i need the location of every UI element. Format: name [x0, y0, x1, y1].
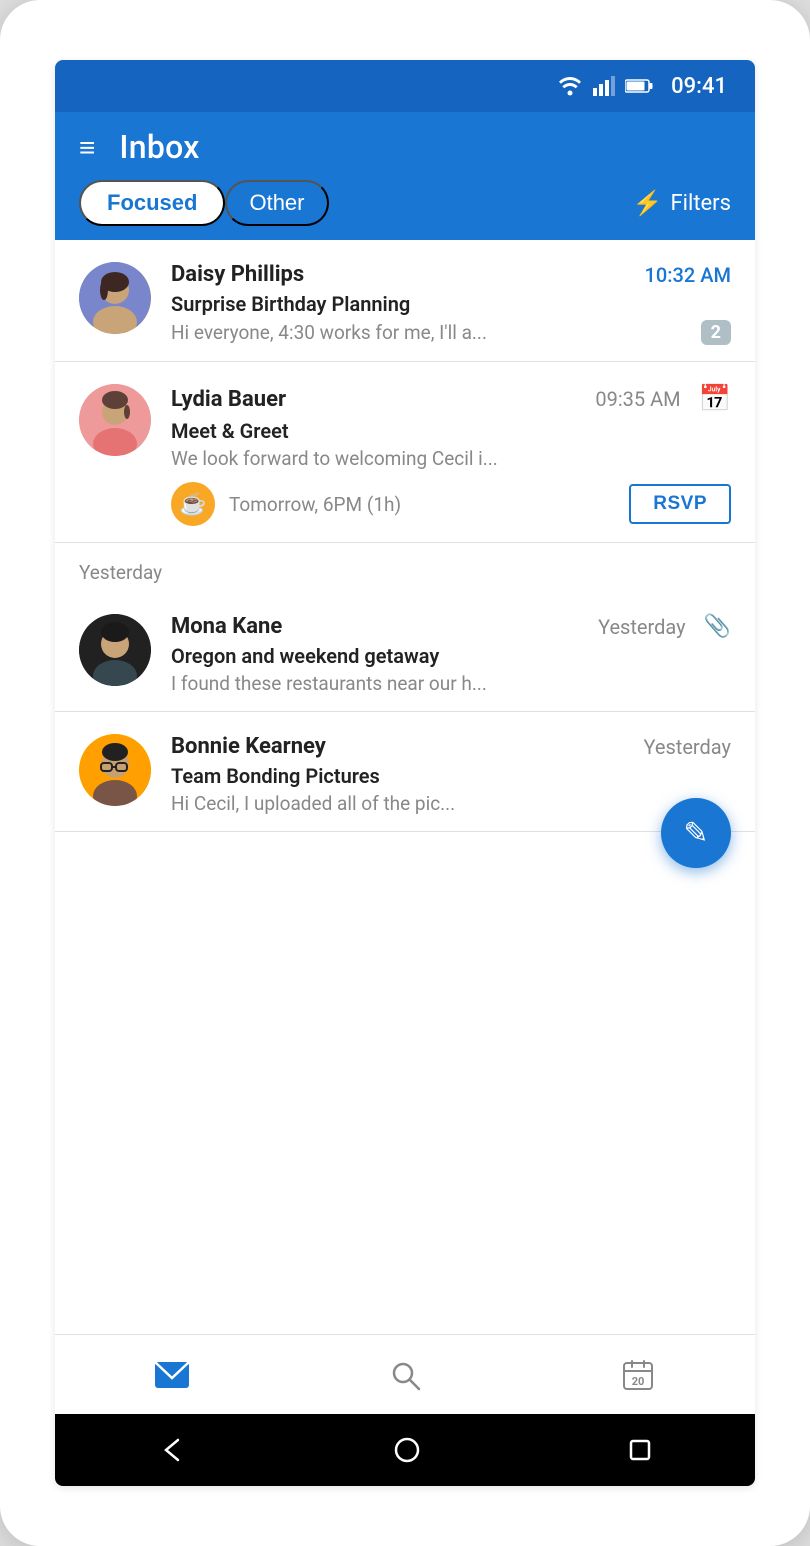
email-item-bonnie[interactable]: Bonnie Kearney Yesterday Team Bonding Pi…: [55, 712, 755, 832]
email-item-daisy[interactable]: Daisy Phillips 10:32 AM Surprise Birthda…: [55, 240, 755, 362]
email-preview-row-lydia: We look forward to welcoming Cecil i...: [171, 447, 731, 470]
tab-other[interactable]: Other: [225, 180, 328, 226]
avatar-mona-img: [79, 614, 151, 686]
android-home-button[interactable]: [393, 1436, 421, 1464]
filters-label: Filters: [670, 191, 731, 216]
email-preview-row-daisy: Hi everyone, 4:30 works for me, I'll a..…: [171, 320, 731, 345]
battery-icon: [625, 78, 653, 94]
status-icons: 09:41: [557, 74, 727, 99]
email-preview-daisy: Hi everyone, 4:30 works for me, I'll a..…: [171, 321, 689, 344]
wifi-icon: [557, 76, 583, 96]
sender-name-lydia: Lydia Bauer: [171, 387, 286, 412]
email-time-lydia: 09:35 AM: [595, 387, 680, 411]
email-time-mona: Yesterday: [598, 615, 686, 639]
phone-frame: 09:41 ≡ Inbox Focused Other ⚡ Filters: [0, 0, 810, 1546]
email-time-bonnie: Yesterday: [643, 735, 731, 759]
hamburger-icon[interactable]: ≡: [79, 131, 95, 164]
tab-focused[interactable]: Focused: [79, 180, 225, 226]
email-subject-lydia: Meet & Greet: [171, 419, 731, 443]
sender-name-daisy: Daisy Phillips: [171, 262, 304, 287]
status-bar: 09:41: [55, 60, 755, 112]
android-back-button[interactable]: [158, 1436, 186, 1464]
avatar-bonnie-img: [79, 734, 151, 806]
email-header-row-lydia: Lydia Bauer 09:35 AM 📅: [171, 384, 731, 414]
email-header-row-mona: Mona Kane Yesterday 📎: [171, 614, 731, 639]
section-label-yesterday: Yesterday: [55, 543, 755, 592]
email-list: Daisy Phillips 10:32 AM Surprise Birthda…: [55, 240, 755, 1334]
email-subject-daisy: Surprise Birthday Planning: [171, 292, 731, 316]
email-preview-mona: I found these restaurants near our h...: [171, 672, 731, 695]
sender-name-mona: Mona Kane: [171, 614, 282, 639]
email-subject-mona: Oregon and weekend getaway: [171, 644, 731, 668]
signal-icon: [593, 76, 615, 96]
email-item-bonnie-wrapper: Bonnie Kearney Yesterday Team Bonding Pi…: [55, 712, 755, 832]
email-preview-row-bonnie: Hi Cecil, I uploaded all of the pic...: [171, 792, 731, 815]
email-content-bonnie: Bonnie Kearney Yesterday Team Bonding Pi…: [171, 734, 731, 815]
android-recent-button[interactable]: [628, 1438, 652, 1462]
header-top: ≡ Inbox: [79, 128, 731, 180]
tabs-left: Focused Other: [79, 180, 329, 226]
event-circle: ☕: [171, 482, 215, 526]
avatar-lydia: [79, 384, 151, 456]
coffee-icon: ☕: [179, 492, 206, 517]
email-time-daisy: 10:32 AM: [645, 263, 731, 287]
calendar-icon-lydia: 📅: [699, 384, 731, 414]
status-time: 09:41: [671, 74, 727, 99]
email-subject-bonnie: Team Bonding Pictures: [171, 764, 731, 788]
search-icon: [389, 1359, 421, 1391]
email-badge-daisy: 2: [701, 320, 731, 345]
email-item-mona[interactable]: Mona Kane Yesterday 📎 Oregon and weekend…: [55, 592, 755, 712]
phone-inner: 09:41 ≡ Inbox Focused Other ⚡ Filters: [55, 60, 755, 1486]
email-item-lydia[interactable]: Lydia Bauer 09:35 AM 📅 Meet & Greet We l…: [55, 362, 755, 543]
email-preview-bonnie: Hi Cecil, I uploaded all of the pic...: [171, 792, 731, 815]
mail-icon: [154, 1361, 190, 1389]
android-nav: [55, 1414, 755, 1486]
email-content-daisy: Daisy Phillips 10:32 AM Surprise Birthda…: [171, 262, 731, 345]
nav-mail[interactable]: [55, 1361, 288, 1389]
inbox-title: Inbox: [119, 128, 199, 166]
avatar-daisy: [79, 262, 151, 334]
compose-fab[interactable]: ✎: [661, 798, 731, 868]
bottom-nav: 20: [55, 1334, 755, 1414]
nav-calendar[interactable]: 20: [522, 1359, 755, 1391]
event-row-lydia: ☕ Tomorrow, 6PM (1h) RSVP: [171, 482, 731, 526]
email-header-row-bonnie: Bonnie Kearney Yesterday: [171, 734, 731, 759]
svg-text:20: 20: [632, 1375, 645, 1388]
rsvp-button[interactable]: RSVP: [629, 484, 731, 524]
avatar-mona: [79, 614, 151, 686]
email-content-lydia: Lydia Bauer 09:35 AM 📅 Meet & Greet We l…: [171, 384, 731, 526]
avatar-daisy-img: [79, 262, 151, 334]
app-header: ≡ Inbox Focused Other ⚡ Filters: [55, 112, 755, 240]
filters-button[interactable]: ⚡ Filters: [633, 189, 731, 217]
header-tabs: Focused Other ⚡ Filters: [79, 180, 731, 240]
email-header-row: Daisy Phillips 10:32 AM: [171, 262, 731, 287]
avatar-bonnie: [79, 734, 151, 806]
compose-pencil-icon: ✎: [683, 816, 708, 851]
event-text-lydia: Tomorrow, 6PM (1h): [229, 493, 615, 516]
avatar-lydia-img: [79, 384, 151, 456]
email-content-mona: Mona Kane Yesterday 📎 Oregon and weekend…: [171, 614, 731, 695]
bolt-icon: ⚡: [633, 189, 663, 217]
email-preview-lydia: We look forward to welcoming Cecil i...: [171, 447, 731, 470]
attachment-icon-mona: 📎: [704, 614, 731, 639]
nav-search[interactable]: [288, 1359, 521, 1391]
sender-name-bonnie: Bonnie Kearney: [171, 734, 326, 759]
calendar-nav-icon: 20: [622, 1359, 654, 1391]
email-preview-row-mona: I found these restaurants near our h...: [171, 672, 731, 695]
